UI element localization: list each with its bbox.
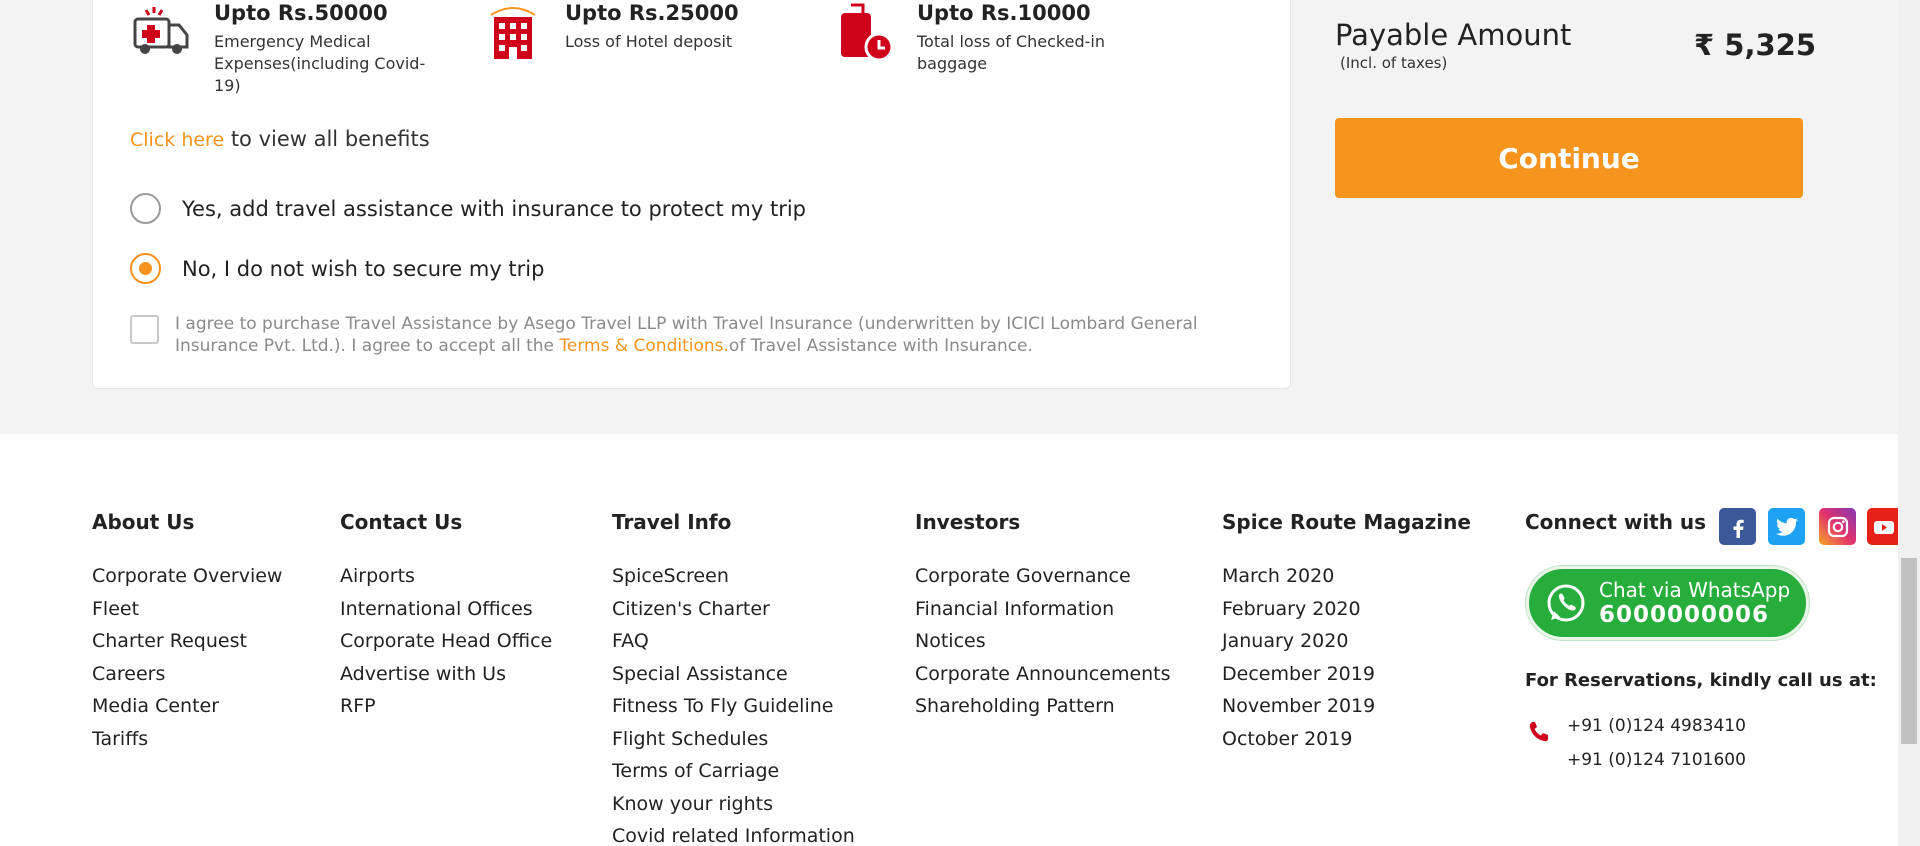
footer-links: Airports International Offices Corporate… xyxy=(340,560,552,723)
footer-link[interactable]: December 2019 xyxy=(1222,658,1471,691)
footer-col-title: About Us xyxy=(92,510,195,534)
view-benefits-label: to view all benefits xyxy=(224,127,430,151)
footer-link[interactable]: Advertise with Us xyxy=(340,658,552,691)
footer-links: March 2020 February 2020 January 2020 De… xyxy=(1222,560,1471,755)
benefit-title: Upto Rs.50000 xyxy=(214,1,388,25)
hotel-icon xyxy=(490,7,536,59)
agreement-text: I agree to purchase Travel Assistance by… xyxy=(175,313,1235,357)
reservations-label: For Reservations, kindly call us at: xyxy=(1525,670,1877,691)
footer-link[interactable]: Tariffs xyxy=(92,723,282,756)
footer-col-connect: Connect with us xyxy=(1525,510,1706,534)
whatsapp-icon xyxy=(1547,584,1585,622)
footer-col-magazine: Spice Route Magazine March 2020 February… xyxy=(1222,510,1471,755)
page-scrollbar[interactable] xyxy=(1898,0,1920,846)
footer-link[interactable]: October 2019 xyxy=(1222,723,1471,756)
payable-title: Payable Amount xyxy=(1335,18,1572,52)
footer-link[interactable]: Citizen's Charter xyxy=(612,593,855,626)
youtube-icon[interactable] xyxy=(1867,508,1898,545)
footer-col-title: Connect with us xyxy=(1525,510,1707,534)
footer-link[interactable]: Know your rights xyxy=(612,788,855,821)
benefit-desc: Loss of Hotel deposit xyxy=(565,32,733,51)
footer: About Us Corporate Overview Fleet Charte… xyxy=(0,434,1898,846)
footer-link[interactable]: February 2020 xyxy=(1222,593,1471,626)
footer-link[interactable]: Careers xyxy=(92,658,282,691)
footer-col-travel: Travel Info SpiceScreen Citizen's Charte… xyxy=(612,510,855,846)
footer-link[interactable]: SpiceScreen xyxy=(612,560,855,593)
footer-links: Corporate Overview Fleet Charter Request… xyxy=(92,560,282,755)
footer-link[interactable]: Fitness To Fly Guideline xyxy=(612,690,855,723)
option-no[interactable]: No, I do not wish to secure my trip xyxy=(130,253,544,284)
footer-link[interactable]: Media Center xyxy=(92,690,282,723)
radio-no[interactable] xyxy=(130,253,161,284)
scrollbar-thumb[interactable] xyxy=(1901,558,1917,744)
baggage-icon xyxy=(841,3,894,61)
footer-link[interactable]: Special Assistance xyxy=(612,658,855,691)
footer-link[interactable]: Corporate Overview xyxy=(92,560,282,593)
footer-link[interactable]: January 2020 xyxy=(1222,625,1471,658)
whatsapp-text: Chat via WhatsApp 6000000006 xyxy=(1599,578,1790,628)
footer-link[interactable]: Financial Information xyxy=(915,593,1171,626)
footer-link[interactable]: Airports xyxy=(340,560,552,593)
agree-checkbox[interactable] xyxy=(130,315,159,344)
option-no-label: No, I do not wish to secure my trip xyxy=(182,256,545,281)
option-yes[interactable]: Yes, add travel assistance with insuranc… xyxy=(130,193,806,224)
insurance-card: Upto Rs.50000 Emergency Medical Expenses… xyxy=(92,0,1291,389)
agreement-row: I agree to purchase Travel Assistance by… xyxy=(130,313,1235,357)
footer-link[interactable]: Notices xyxy=(915,625,1171,658)
agreement-text-after: of Travel Assistance with Insurance. xyxy=(728,336,1033,356)
option-yes-label: Yes, add travel assistance with insuranc… xyxy=(182,196,807,221)
footer-link[interactable]: Corporate Announcements xyxy=(915,658,1171,691)
footer-col-title: Travel Info xyxy=(612,510,732,534)
footer-link[interactable]: International Offices xyxy=(340,593,552,626)
footer-link[interactable]: November 2019 xyxy=(1222,690,1471,723)
footer-link[interactable]: FAQ xyxy=(612,625,855,658)
footer-col-investors: Investors Corporate Governance Financial… xyxy=(915,510,1171,723)
whatsapp-chat-button[interactable]: Chat via WhatsApp 6000000006 xyxy=(1526,566,1809,640)
payable-amount: ₹ 5,325 xyxy=(1694,28,1817,62)
payable-subtitle: (Incl. of taxes) xyxy=(1340,54,1448,72)
instagram-icon[interactable] xyxy=(1819,508,1856,545)
click-here-link[interactable]: Click here xyxy=(130,129,224,151)
footer-link[interactable]: RFP xyxy=(340,690,552,723)
footer-link[interactable]: Corporate Governance xyxy=(915,560,1171,593)
phone-number[interactable]: +91 (0)124 7101600 xyxy=(1567,750,1746,770)
benefit-title: Upto Rs.25000 xyxy=(565,1,739,25)
radio-yes[interactable] xyxy=(130,193,161,224)
whatsapp-label: Chat via WhatsApp xyxy=(1599,578,1791,602)
phone-icon xyxy=(1529,722,1548,742)
footer-col-contact: Contact Us Airports International Office… xyxy=(340,510,552,723)
benefit-desc: Emergency Medical Expenses(including Cov… xyxy=(214,32,426,95)
continue-button[interactable]: Continue xyxy=(1335,118,1803,198)
footer-links: Corporate Governance Financial Informati… xyxy=(915,560,1171,723)
twitter-icon[interactable] xyxy=(1768,508,1805,545)
footer-col-title: Spice Route Magazine xyxy=(1222,510,1471,534)
footer-link[interactable]: Covid related Information xyxy=(612,820,855,846)
view-benefits-text: Click here to view all benefits xyxy=(130,127,430,151)
benefit-title: Upto Rs.10000 xyxy=(917,1,1091,25)
footer-link[interactable]: Flight Schedules xyxy=(612,723,855,756)
footer-link[interactable]: March 2020 xyxy=(1222,560,1471,593)
footer-col-title: Investors xyxy=(915,510,1021,534)
footer-link[interactable]: Fleet xyxy=(92,593,282,626)
facebook-icon[interactable] xyxy=(1719,508,1756,545)
footer-col-about: About Us Corporate Overview Fleet Charte… xyxy=(92,510,282,755)
benefit-desc: Total loss of Checked-in baggage xyxy=(917,32,1105,73)
footer-col-title: Contact Us xyxy=(340,510,463,534)
footer-link[interactable]: Terms of Carriage xyxy=(612,755,855,788)
footer-links: SpiceScreen Citizen's Charter FAQ Specia… xyxy=(612,560,855,846)
ambulance-icon xyxy=(133,7,189,54)
terms-link[interactable]: Terms & Conditions. xyxy=(559,336,729,356)
phone-number[interactable]: +91 (0)124 4983410 xyxy=(1567,716,1746,736)
whatsapp-number: 6000000006 xyxy=(1599,602,1770,628)
footer-link[interactable]: Shareholding Pattern xyxy=(915,690,1171,723)
footer-link[interactable]: Charter Request xyxy=(92,625,282,658)
footer-link[interactable]: Corporate Head Office xyxy=(340,625,552,658)
